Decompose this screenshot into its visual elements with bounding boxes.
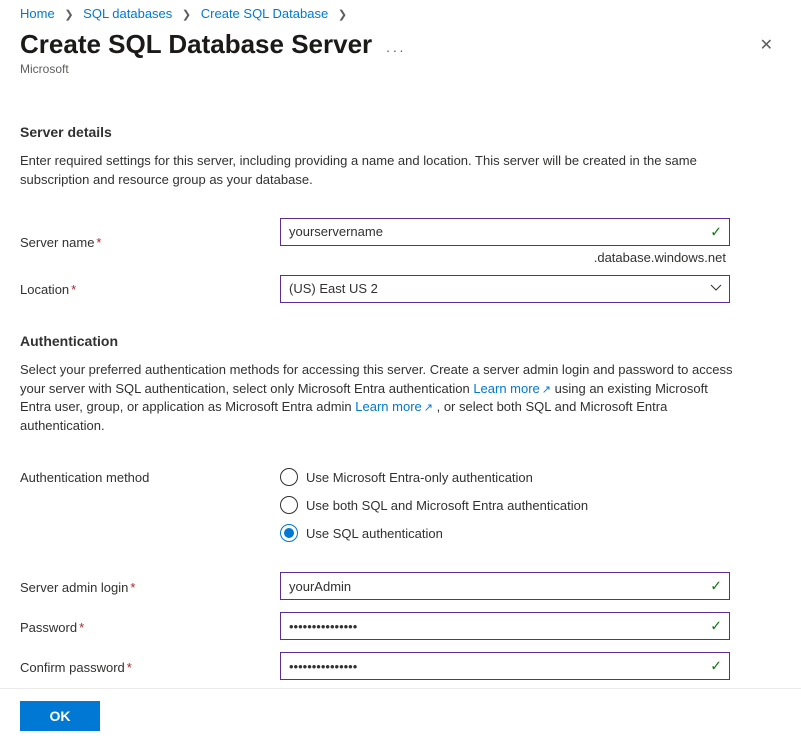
server-admin-login-input[interactable]	[280, 572, 730, 600]
page-header: Create SQL Database Server ··· ✕ Microso…	[0, 25, 801, 82]
confirm-password-input[interactable]	[280, 652, 730, 680]
server-details-description: Enter required settings for this server,…	[20, 152, 740, 190]
section-title-server-details: Server details	[20, 124, 781, 140]
chevron-right-icon: ❯	[338, 9, 347, 21]
close-icon[interactable]: ✕	[760, 35, 773, 55]
radio-icon	[280, 468, 298, 486]
server-name-input[interactable]	[280, 218, 730, 246]
password-input[interactable]	[280, 612, 730, 640]
location-label: Location*	[20, 280, 280, 297]
breadcrumb: Home ❯ SQL databases ❯ Create SQL Databa…	[0, 0, 801, 25]
authentication-method-label: Authentication method	[20, 468, 280, 485]
radio-label: Use Microsoft Entra-only authentication	[306, 470, 533, 485]
confirm-password-label: Confirm password*	[20, 658, 280, 675]
server-name-suffix: .database.windows.net	[280, 250, 730, 265]
more-icon[interactable]: ···	[386, 42, 406, 58]
page-title: Create SQL Database Server	[20, 29, 372, 60]
external-link-icon: ↗	[424, 402, 433, 414]
section-title-authentication: Authentication	[20, 333, 781, 349]
radio-icon-selected	[280, 524, 298, 542]
breadcrumb-create-sql-database[interactable]: Create SQL Database	[201, 6, 328, 21]
authentication-description: Select your preferred authentication met…	[20, 361, 740, 437]
form-scroll-area[interactable]: Server details Enter required settings f…	[0, 86, 801, 688]
external-link-icon: ↗	[542, 384, 551, 396]
learn-more-link-1[interactable]: Learn more↗	[473, 381, 551, 396]
server-name-label: Server name*	[20, 233, 280, 250]
radio-label: Use SQL authentication	[306, 526, 443, 541]
radio-sql-auth[interactable]: Use SQL authentication	[280, 524, 730, 542]
location-select[interactable]: (US) East US 2	[280, 275, 730, 303]
radio-label: Use both SQL and Microsoft Entra authent…	[306, 498, 588, 513]
page-subtitle: Microsoft	[20, 62, 781, 76]
radio-both-sql-entra[interactable]: Use both SQL and Microsoft Entra authent…	[280, 496, 730, 514]
learn-more-link-2[interactable]: Learn more↗	[355, 399, 433, 414]
password-label: Password*	[20, 618, 280, 635]
footer-bar: OK	[0, 688, 801, 742]
server-admin-login-label: Server admin login*	[20, 578, 280, 595]
breadcrumb-sql-databases[interactable]: SQL databases	[83, 6, 172, 21]
chevron-right-icon: ❯	[64, 9, 73, 21]
breadcrumb-home[interactable]: Home	[20, 6, 55, 21]
ok-button[interactable]: OK	[20, 701, 100, 731]
radio-entra-only[interactable]: Use Microsoft Entra-only authentication	[280, 468, 730, 486]
radio-icon	[280, 496, 298, 514]
chevron-right-icon: ❯	[182, 9, 191, 21]
